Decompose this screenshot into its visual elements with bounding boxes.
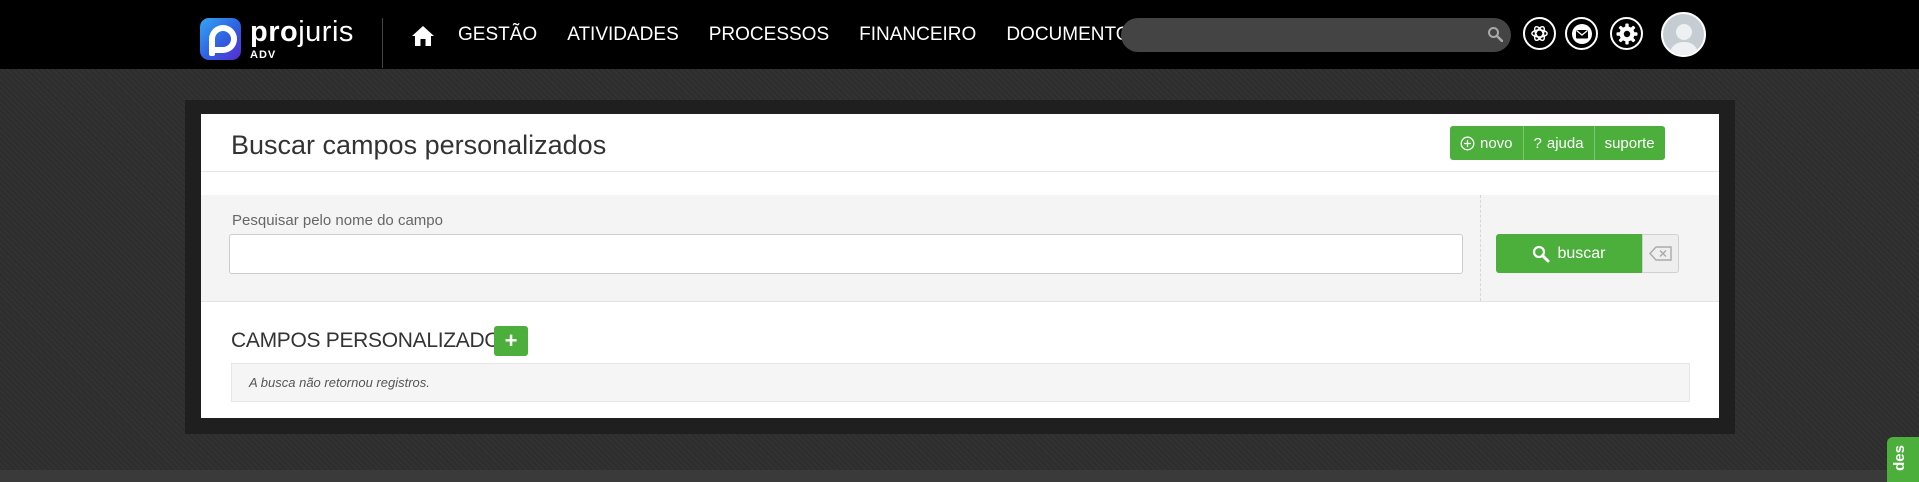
search-icon	[1533, 245, 1550, 262]
side-feedback-tab[interactable]: des	[1887, 437, 1919, 482]
messages-button[interactable]	[1565, 17, 1598, 50]
logo-word-rest: juris	[298, 16, 354, 48]
user-avatar[interactable]	[1661, 12, 1706, 57]
side-tab-label: des	[1891, 445, 1908, 471]
footer-strip	[0, 470, 1919, 482]
mail-icon	[1571, 23, 1592, 44]
page-title: Buscar campos personalizados	[231, 130, 607, 160]
nav-financeiro[interactable]: FINANCEIRO	[859, 24, 976, 46]
nav-gestao[interactable]: GESTÃO	[458, 24, 537, 46]
global-search-input[interactable]	[1121, 18, 1511, 52]
suporte-label: suporte	[1604, 134, 1655, 152]
search-icon[interactable]	[1487, 26, 1503, 42]
top-navbar: projuris ADV GESTÃO ATIVIDADES PROCESSOS…	[0, 0, 1919, 69]
suporte-button[interactable]: suporte	[1594, 126, 1665, 160]
page-actions: novo ? ajuda suporte	[1450, 126, 1665, 160]
empty-results-row: A busca não retornou registros.	[231, 363, 1690, 402]
title-divider	[201, 171, 1719, 172]
logo-sub: ADV	[250, 49, 277, 61]
filter-label: Pesquisar pelo nome do campo	[232, 212, 443, 229]
main-nav: GESTÃO ATIVIDADES PROCESSOS FINANCEIRO D…	[458, 24, 1143, 46]
novo-button[interactable]: novo	[1450, 126, 1524, 160]
buscar-label: buscar	[1557, 244, 1606, 262]
openai-icon	[1531, 25, 1548, 42]
filter-divider	[1480, 195, 1481, 301]
buscar-button[interactable]: buscar	[1496, 234, 1642, 273]
field-name-search-input[interactable]	[229, 234, 1463, 274]
empty-message: A busca não retornou registros.	[249, 375, 430, 390]
content-panel: Buscar campos personalizados novo ? ajud…	[201, 114, 1719, 418]
ajuda-button[interactable]: ? ajuda	[1523, 126, 1595, 160]
nav-divider	[382, 18, 383, 68]
add-field-button[interactable]: +	[494, 326, 528, 356]
nav-processos[interactable]: PROCESSOS	[709, 24, 829, 46]
filter-area: Pesquisar pelo nome do campo buscar	[201, 195, 1719, 302]
novo-label: novo	[1480, 134, 1513, 152]
logo-mark-icon	[200, 18, 241, 60]
settings-button[interactable]	[1610, 17, 1643, 50]
projuris-logo[interactable]: projuris ADV	[200, 18, 354, 61]
home-icon[interactable]	[411, 25, 435, 47]
ajuda-label: ajuda	[1546, 134, 1584, 152]
question-icon: ?	[1533, 134, 1542, 152]
gear-icon	[1616, 23, 1637, 44]
logo-word-bold: pro	[250, 16, 299, 48]
openai-button[interactable]	[1523, 17, 1556, 50]
plus-circle-icon	[1460, 136, 1475, 150]
section-title: CAMPOS PERSONALIZADOS	[231, 329, 515, 352]
logo-text: projuris ADV	[250, 18, 354, 61]
backspace-icon	[1648, 246, 1672, 261]
avatar-placeholder-icon	[1668, 24, 1700, 55]
nav-atividades[interactable]: ATIVIDADES	[567, 24, 679, 46]
clear-filter-button[interactable]	[1642, 234, 1679, 273]
